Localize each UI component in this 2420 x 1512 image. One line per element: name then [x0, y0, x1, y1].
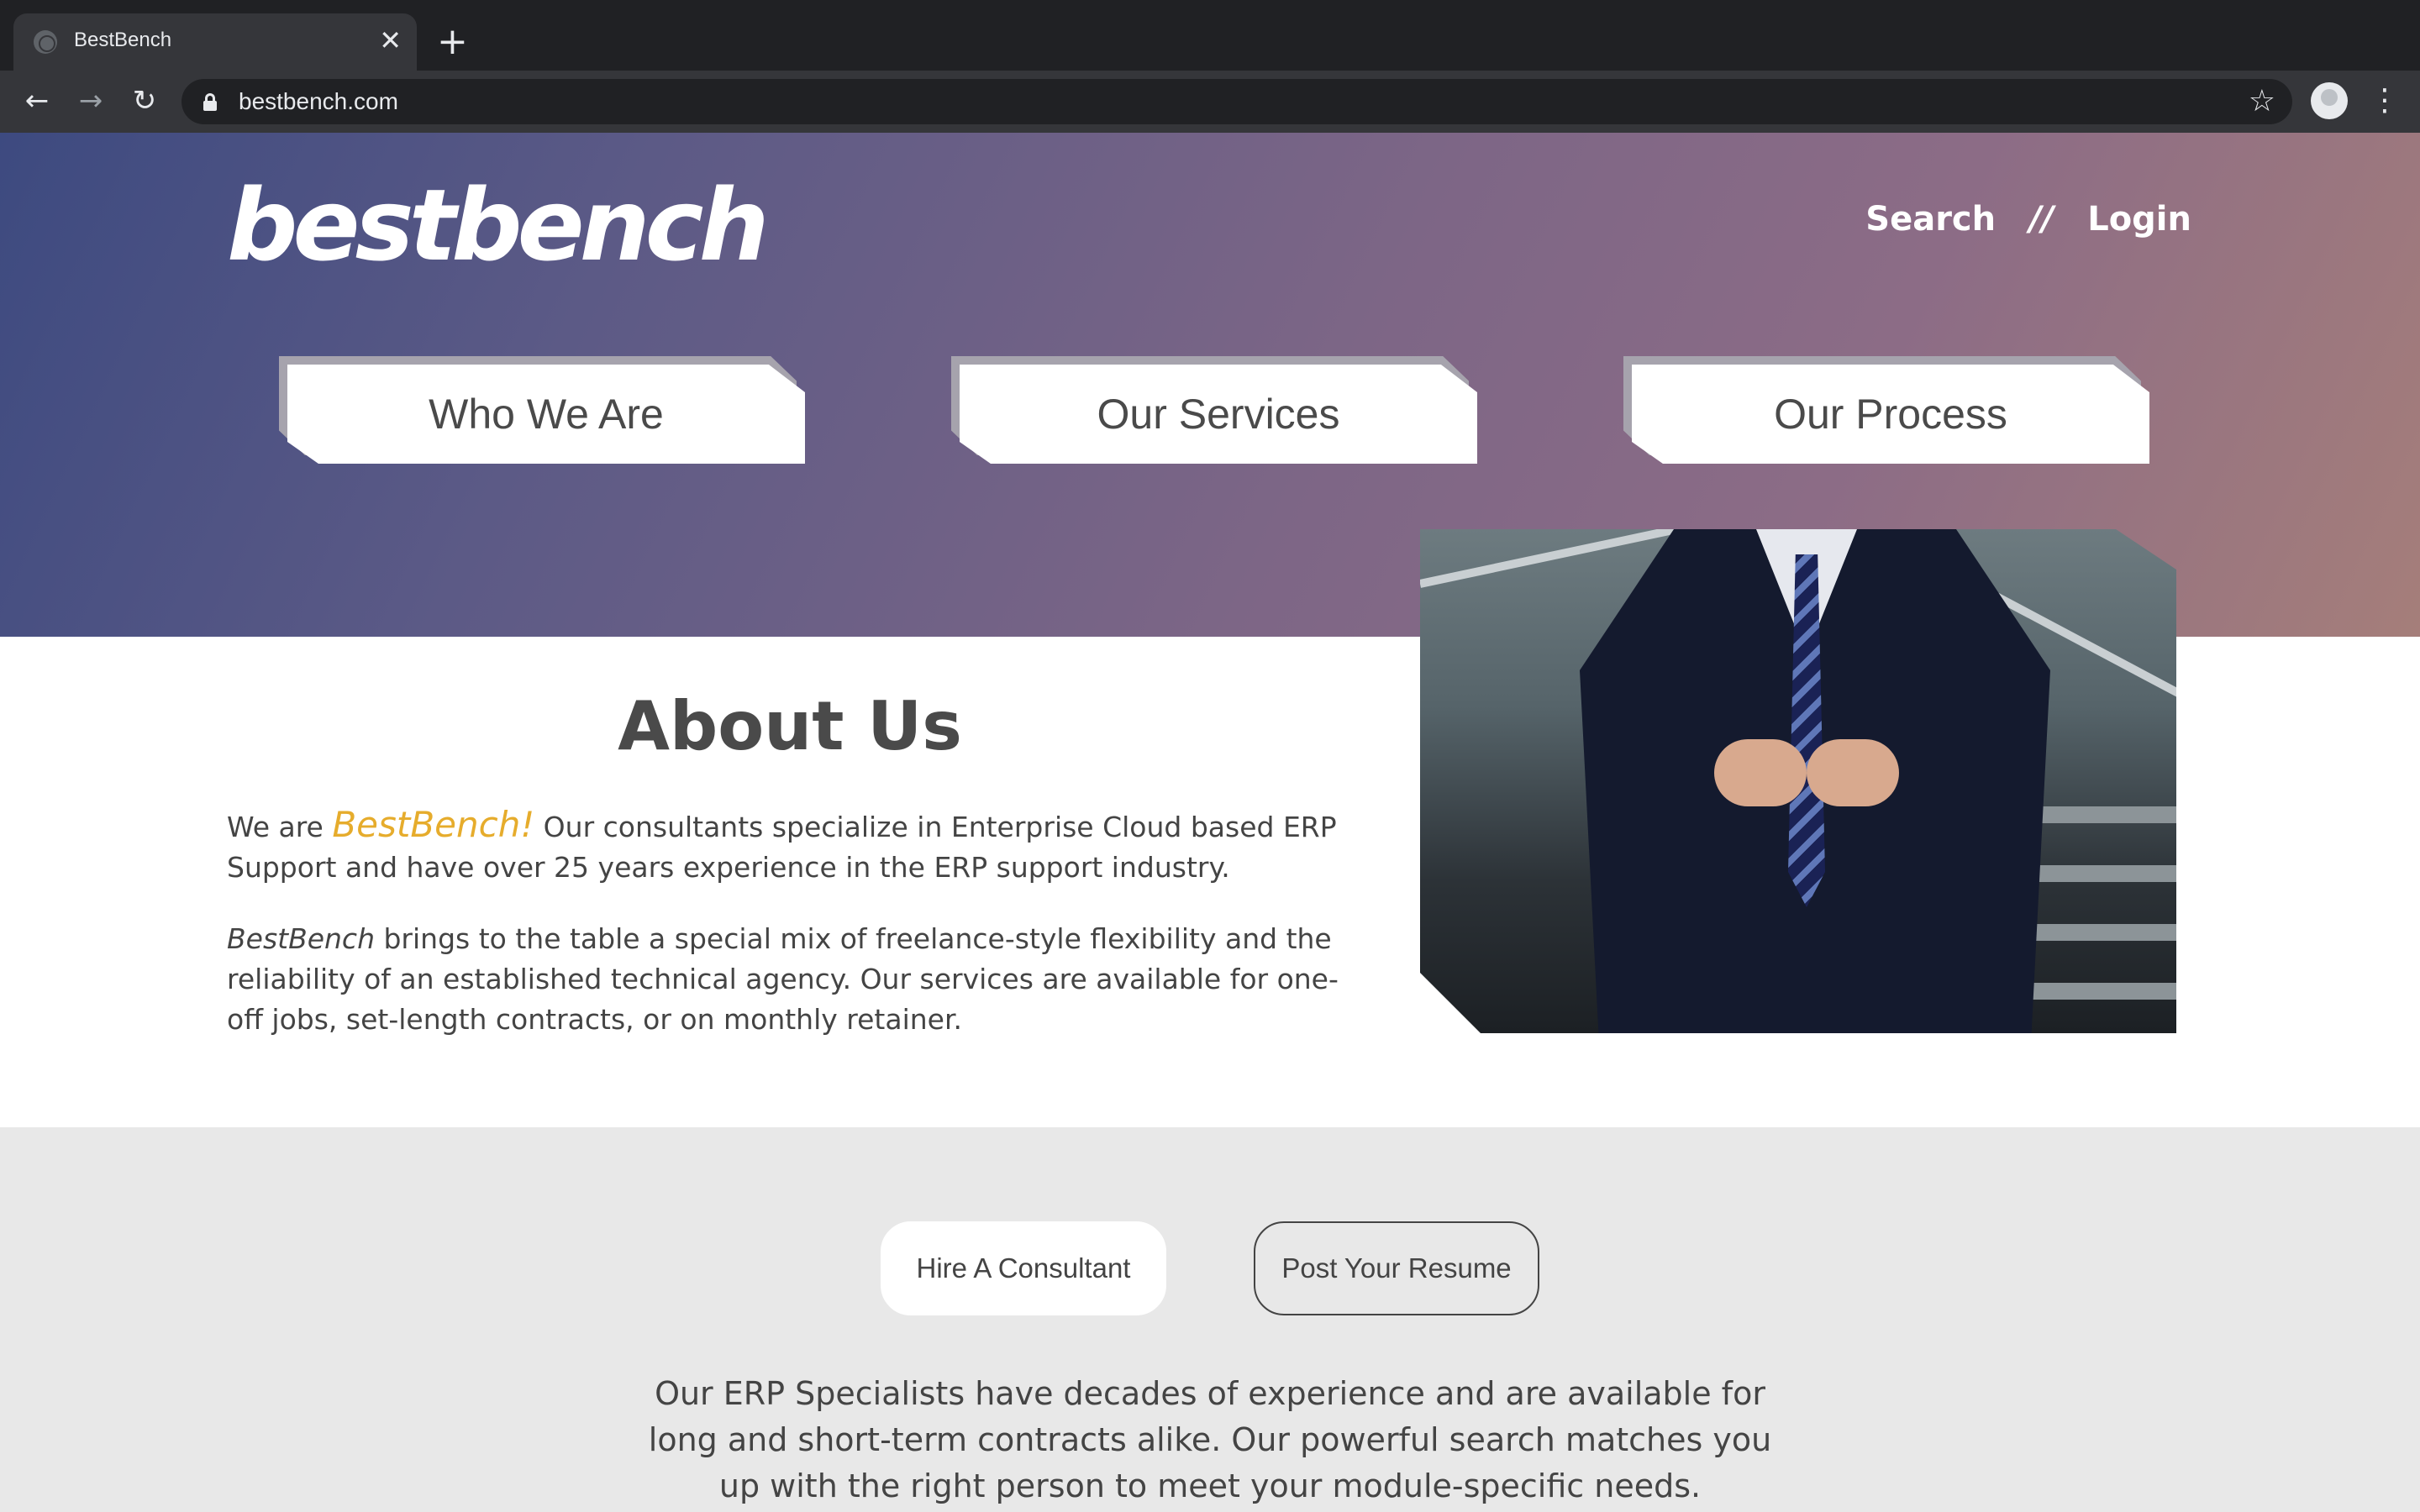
- browser-tab[interactable]: BestBench ✕: [13, 13, 417, 71]
- link-separator: //: [2029, 200, 2054, 239]
- brand-name-italic: BestBench: [227, 922, 375, 955]
- photo-hand: [1714, 739, 1807, 806]
- cta-section: Hire A Consultant Post Your Resume Our E…: [0, 1127, 2420, 1512]
- browser-toolbar: ← → ↻ bestbench.com ☆ ⋮: [0, 71, 2420, 133]
- top-links: Search // Login: [1865, 200, 2191, 239]
- nav-tile-label[interactable]: Who We Are: [287, 365, 805, 464]
- nav-tile-our-services[interactable]: Our Services: [951, 356, 1477, 464]
- address-bar[interactable]: bestbench.com ☆: [182, 79, 2292, 124]
- bestbench-logo[interactable]: bestbench: [227, 166, 770, 284]
- new-tab-button[interactable]: +: [437, 20, 468, 64]
- back-icon[interactable]: ←: [18, 82, 55, 119]
- photo-hand: [1807, 739, 1899, 806]
- browser-chrome: BestBench ✕ + ← → ↻ bestbench.com ☆ ⋮: [0, 0, 2420, 133]
- login-link[interactable]: Login: [2087, 200, 2191, 239]
- avatar-icon[interactable]: [2311, 82, 2348, 119]
- forward-icon[interactable]: →: [72, 82, 109, 119]
- nav-tile-our-process[interactable]: Our Process: [1623, 356, 2149, 464]
- nav-tile-label[interactable]: Our Services: [960, 365, 1477, 464]
- lock-icon: [203, 93, 217, 111]
- businessman-photo: [1420, 529, 2176, 1033]
- brand-name: BestBench!: [332, 804, 535, 845]
- nav-tile-label[interactable]: Our Process: [1632, 365, 2149, 464]
- nav-tile-who-we-are[interactable]: Who We Are: [279, 356, 805, 464]
- tab-title: BestBench: [74, 29, 172, 51]
- text-fragment: brings to the table a special mix of fre…: [227, 922, 1339, 1036]
- globe-icon: [34, 30, 57, 54]
- star-icon[interactable]: ☆: [2249, 84, 2275, 119]
- about-paragraph-2: BestBench brings to the table a special …: [227, 919, 1353, 1040]
- close-icon[interactable]: ✕: [379, 25, 402, 55]
- post-resume-button[interactable]: Post Your Resume: [1254, 1221, 1539, 1315]
- cta-description: Our ERP Specialists have decades of expe…: [648, 1375, 1772, 1504]
- text-fragment: We are: [227, 811, 333, 843]
- search-link[interactable]: Search: [1865, 200, 1996, 239]
- kebab-menu-icon[interactable]: ⋮: [2370, 82, 2400, 119]
- reload-icon[interactable]: ↻: [126, 82, 163, 119]
- url-text[interactable]: bestbench.com: [239, 88, 398, 115]
- about-title: About Us: [618, 687, 962, 765]
- hire-consultant-button[interactable]: Hire A Consultant: [881, 1221, 1166, 1315]
- about-paragraph-1: We are BestBench! Our consultants specia…: [227, 805, 1353, 888]
